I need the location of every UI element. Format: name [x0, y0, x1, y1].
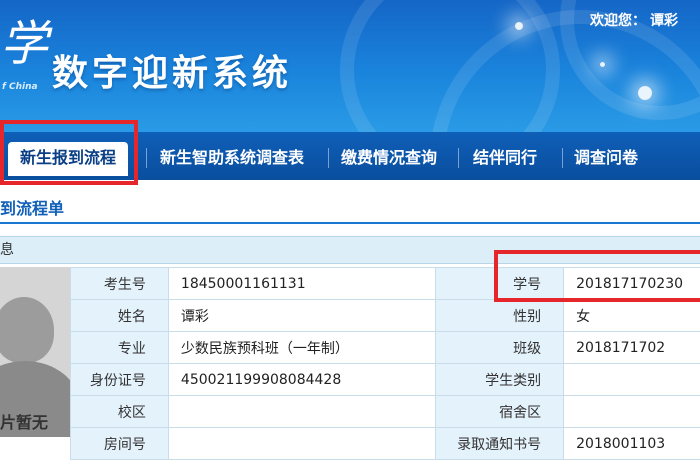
field-label: 班级: [435, 331, 565, 364]
banner-light-dot: [600, 62, 605, 67]
banner-light-dot: [515, 22, 523, 30]
candidate-number-value: 18450001161131: [167, 267, 437, 300]
field-label: 宿舍区: [435, 395, 565, 428]
table-row: 身份证号 450021199908084428 学生类别: [70, 363, 700, 396]
field-label: 姓名: [70, 299, 169, 332]
site-title: 数字迎新系统: [52, 53, 293, 94]
field-label: 考生号: [70, 267, 169, 300]
tab-payment-inquiry[interactable]: 缴费情况查询: [328, 142, 446, 174]
field-label: 专业: [70, 331, 169, 364]
table-row: 专业 少数民族预科班（一年制） 班级 2018171702: [70, 331, 700, 364]
tab-travel-companions[interactable]: 结伴同行: [458, 142, 548, 174]
header-banner: 学 f China 数字迎新系统 欢迎您： 谭彩: [0, 0, 700, 132]
section-title: 到流程单: [0, 194, 700, 224]
id-card-value: 450021199908084428: [167, 363, 437, 396]
major-value: 少数民族预科班（一年制）: [167, 331, 437, 364]
dormitory-area-value: [563, 395, 700, 428]
student-info-table: 考生号 18450001161131 学号 201817170230 姓名 谭彩…: [70, 267, 700, 460]
tab-financial-aid-survey[interactable]: 新生智助系统调查表: [146, 142, 314, 174]
university-logo-text: f China: [2, 82, 38, 92]
avatar-head-silhouette: [0, 297, 54, 363]
table-row: 考生号 18450001161131 学号 201817170230: [70, 267, 700, 300]
username: 谭彩: [650, 13, 678, 29]
welcome-label: 欢迎您：: [590, 13, 646, 29]
admission-letter-number-value: 2018001103: [563, 427, 700, 460]
info-subheader: 息: [0, 236, 700, 264]
field-label: 校区: [70, 395, 169, 428]
student-photo-placeholder: 片暂无: [0, 267, 70, 437]
tab-registration-process[interactable]: 新生报到流程: [8, 142, 128, 176]
table-row: 校区 宿舍区: [70, 395, 700, 428]
main-nav-tabs: 新生报到流程 新生智助系统调查表 缴费情况查询 结伴同行 调查问卷: [0, 132, 700, 180]
field-label: 学号: [435, 267, 565, 300]
field-label: 学生类别: [435, 363, 565, 396]
field-label: 身份证号: [70, 363, 169, 396]
welcome-message: 欢迎您： 谭彩: [590, 10, 678, 30]
field-label: 录取通知书号: [435, 427, 565, 460]
university-logo: 学: [0, 16, 49, 72]
field-label: 房间号: [70, 427, 169, 460]
photo-unavailable-label: 片暂无: [0, 413, 49, 432]
room-number-value: [167, 427, 437, 460]
field-label: 性别: [435, 299, 565, 332]
tab-questionnaire[interactable]: 调查问卷: [562, 142, 646, 174]
name-value: 谭彩: [167, 299, 437, 332]
gender-value: 女: [563, 299, 700, 332]
student-category-value: [563, 363, 700, 396]
table-row: 姓名 谭彩 性别 女: [70, 299, 700, 332]
campus-value: [167, 395, 437, 428]
banner-light-dot: [638, 86, 652, 100]
class-value: 2018171702: [563, 331, 700, 364]
student-id-value: 201817170230: [563, 267, 700, 300]
table-row: 房间号 录取通知书号 2018001103: [70, 427, 700, 460]
